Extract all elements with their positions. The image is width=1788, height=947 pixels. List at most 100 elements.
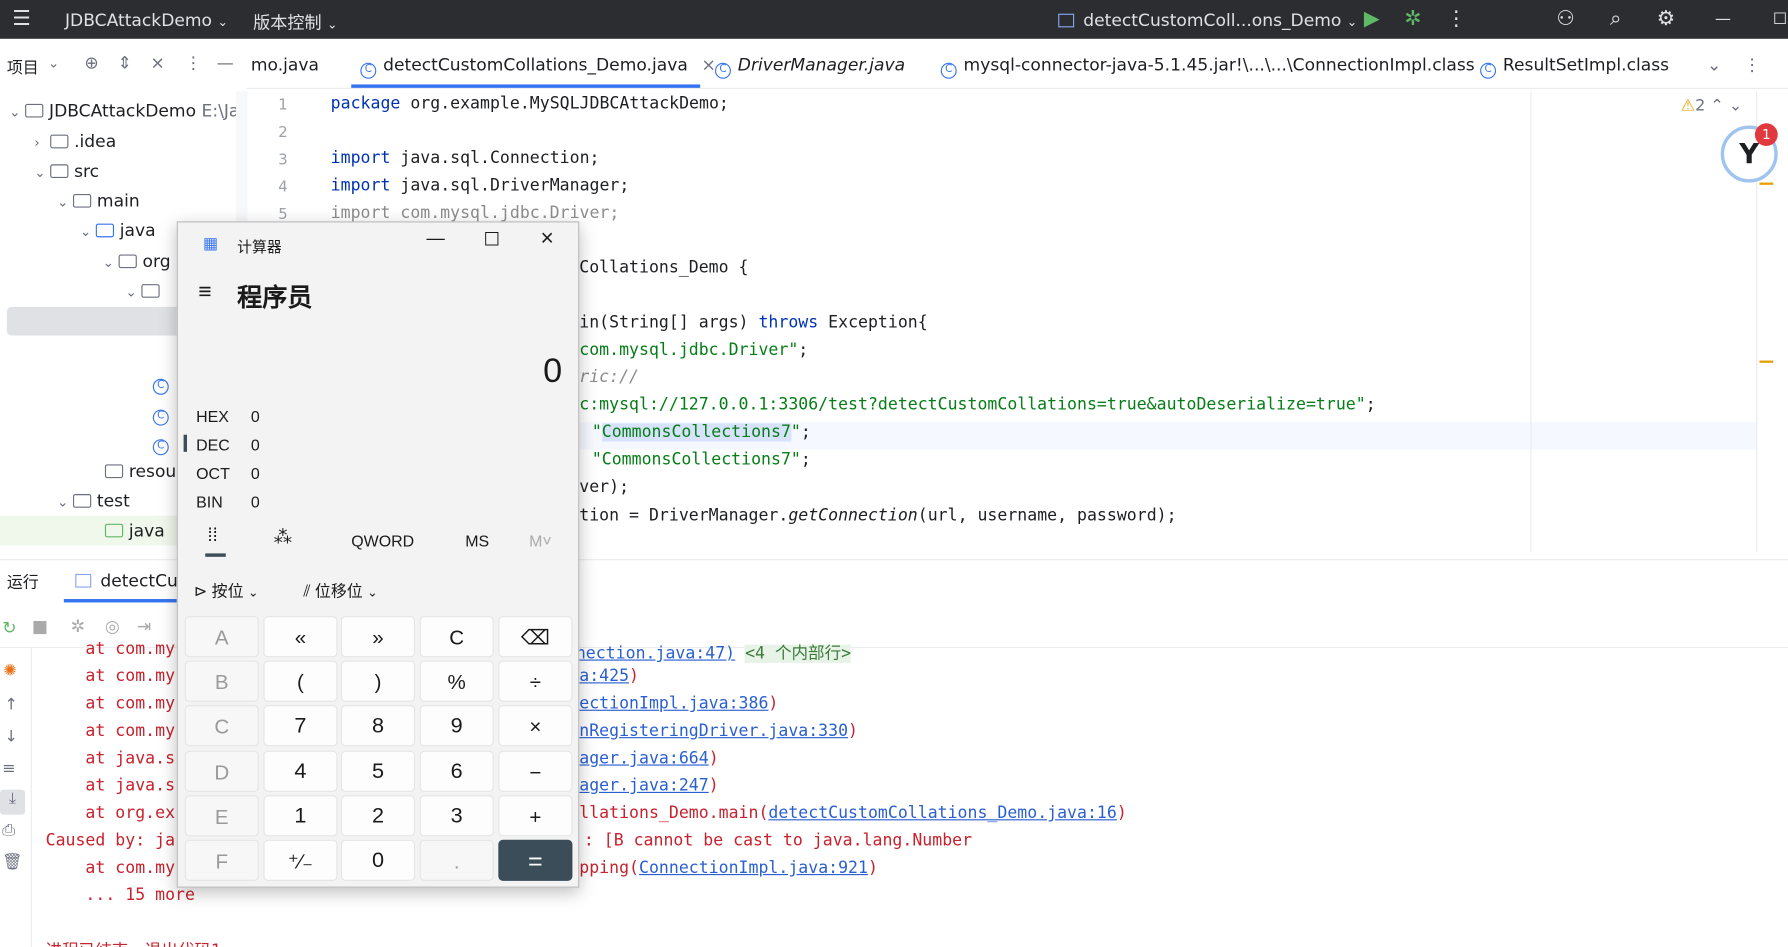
tree-item-idea[interactable]: › .idea: [34, 131, 116, 152]
key-3[interactable]: 3: [419, 795, 494, 837]
console-link[interactable]: a:425: [579, 667, 629, 685]
hide-panel-icon[interactable]: —: [217, 52, 234, 73]
key-9[interactable]: 9: [419, 705, 494, 747]
key-divide[interactable]: ÷: [498, 660, 573, 702]
print-icon[interactable]: ⎙: [2, 822, 15, 840]
expand-all-icon[interactable]: ⇕: [117, 52, 131, 73]
key-4[interactable]: 4: [263, 750, 338, 792]
tab-detect-custom-collations[interactable]: CdetectCustomCollations_Demo.java ×: [360, 55, 716, 79]
arrow-down-icon[interactable]: ↓: [5, 728, 18, 746]
debug-icon[interactable]: ✲: [1398, 5, 1428, 35]
tree-item-resources[interactable]: resour: [104, 461, 183, 482]
key-hex-f[interactable]: F: [184, 839, 259, 881]
key-7[interactable]: 7: [263, 705, 338, 747]
console-link[interactable]: ConnectionImpl.java:921: [639, 859, 868, 877]
tree-selected-row[interactable]: [6, 306, 190, 336]
key-shift-right[interactable]: »: [340, 616, 416, 658]
tree-class-2[interactable]: C: [152, 402, 176, 426]
hamburger-menu-icon[interactable]: ≡: [198, 280, 211, 306]
key-subtract[interactable]: −: [498, 750, 573, 792]
camera-icon[interactable]: ◎: [105, 616, 120, 637]
key-hex-b[interactable]: B: [184, 660, 259, 702]
key-backspace[interactable]: ⌫: [498, 616, 573, 658]
key-shift-left[interactable]: «: [263, 616, 338, 658]
key-multiply[interactable]: ×: [498, 705, 573, 747]
key-6[interactable]: 6: [419, 750, 494, 792]
bin-row[interactable]: BIN 0: [196, 493, 260, 511]
bit-toggle-icon[interactable]: ⁂: [274, 526, 292, 549]
bitshift-dropdown[interactable]: ⫽ 位移位 ⌄: [303, 580, 377, 603]
key-add[interactable]: +: [498, 795, 573, 837]
console-link[interactable]: ager.java:247: [579, 777, 708, 795]
project-panel-title[interactable]: 项目: [7, 56, 39, 79]
run-tab[interactable]: detectCus: [75, 571, 187, 591]
chevron-down-icon[interactable]: ⌄: [48, 55, 59, 71]
tree-item-package[interactable]: ⌄: [125, 281, 165, 302]
trash-icon[interactable]: 🗑: [2, 853, 22, 871]
memory-view-button[interactable]: M˅: [529, 532, 552, 550]
key-hex-d[interactable]: D: [184, 750, 259, 792]
more-actions-icon[interactable]: ⋮: [1441, 5, 1471, 35]
console-link[interactable]: ectionImpl.java:386: [579, 695, 768, 713]
settings-icon[interactable]: ⚙: [1651, 5, 1681, 35]
key-open-paren[interactable]: (: [263, 660, 338, 702]
maximize-window-icon[interactable]: ☐: [1765, 5, 1788, 35]
key-percent[interactable]: %: [419, 660, 494, 702]
scroll-to-end-icon[interactable]: ⤓: [0, 789, 26, 815]
hex-row[interactable]: HEX 0: [196, 407, 260, 425]
full-keypad-icon[interactable]: ⁞⁞: [208, 526, 218, 547]
tree-item-test-java[interactable]: java: [104, 520, 165, 541]
key-equals[interactable]: =: [498, 839, 573, 881]
oct-row[interactable]: OCT 0: [196, 464, 260, 482]
tree-item-test[interactable]: ⌄ test: [57, 491, 130, 512]
inspection-widget[interactable]: ⚠2 ⌃ ⌄: [1681, 97, 1742, 115]
console-link[interactable]: detectCustomCollations_Demo.java:16: [768, 804, 1116, 822]
key-2[interactable]: 2: [340, 795, 416, 837]
tabs-menu-icon[interactable]: ⋮: [1744, 55, 1761, 76]
bitwise-dropdown[interactable]: ⊳ 按位 ⌄: [194, 580, 259, 603]
key-hex-a[interactable]: A: [184, 616, 259, 658]
collapsed-frames[interactable]: <4 个内部行>: [745, 644, 852, 663]
memory-store-button[interactable]: MS: [465, 532, 489, 550]
debug-icon[interactable]: ✲: [71, 616, 85, 637]
key-close-paren[interactable]: ): [340, 660, 416, 702]
tree-item-java[interactable]: ⌄ java: [80, 220, 156, 241]
locate-icon[interactable]: ⊕: [84, 52, 98, 73]
stop-icon[interactable]: ■: [32, 616, 48, 637]
main-menu-icon[interactable]: ☰: [7, 5, 37, 35]
run-config-selector[interactable]: detectCustomColl...ons_Demo ⌄: [1058, 10, 1357, 31]
key-clear[interactable]: C: [419, 616, 494, 658]
soft-wrap-icon[interactable]: ≡: [2, 760, 15, 778]
key-hex-c[interactable]: C: [184, 705, 259, 747]
tab-demo[interactable]: mo.java: [251, 55, 319, 76]
console-link[interactable]: nRegisteringDriver.java:330: [579, 722, 848, 740]
close-tab-icon[interactable]: ×: [701, 55, 715, 76]
tree-class-1[interactable]: C: [152, 371, 176, 395]
key-hex-e[interactable]: E: [184, 795, 259, 837]
tab-driver-manager[interactable]: C DriverManager.java: [714, 55, 905, 79]
tab-resultset-impl[interactable]: C ResultSetImpl.class: [1480, 55, 1669, 79]
collapse-all-icon[interactable]: ⨯: [151, 52, 165, 73]
tree-item-org[interactable]: ⌄ org: [103, 251, 171, 272]
tree-class-3[interactable]: C: [152, 431, 176, 456]
word-size-button[interactable]: QWORD: [351, 532, 414, 550]
options-icon[interactable]: ⋮: [185, 52, 202, 73]
arrow-up-icon[interactable]: ↑: [5, 696, 18, 714]
tab-connection-impl[interactable]: Cmysql-connector-java-5.1.45.jar!\...\..…: [940, 55, 1475, 79]
project-switcher[interactable]: JDBCAttackDemo ⌄: [65, 10, 228, 31]
key-negate[interactable]: ⁺∕₋: [263, 839, 338, 881]
chevron-down-icon[interactable]: ⌄: [1729, 97, 1742, 115]
vcs-menu[interactable]: 版本控制 ⌄: [253, 10, 337, 34]
pin-icon[interactable]: ✺: [3, 662, 16, 680]
rerun-icon[interactable]: ↻: [2, 617, 16, 638]
key-5[interactable]: 5: [340, 750, 416, 792]
dec-row[interactable]: DEC 0: [196, 436, 260, 454]
key-1[interactable]: 1: [263, 795, 338, 837]
minimize-icon[interactable]: —: [426, 229, 444, 250]
tree-item-main[interactable]: ⌄ main: [57, 191, 140, 212]
key-decimal[interactable]: .: [419, 839, 494, 881]
console-link[interactable]: nection.java:47): [576, 645, 735, 663]
close-icon[interactable]: ×: [541, 226, 554, 252]
tree-item-root[interactable]: ⌄ JDBCAttackDemo E:\Ja: [9, 100, 239, 121]
run-icon[interactable]: ▶: [1357, 5, 1387, 35]
